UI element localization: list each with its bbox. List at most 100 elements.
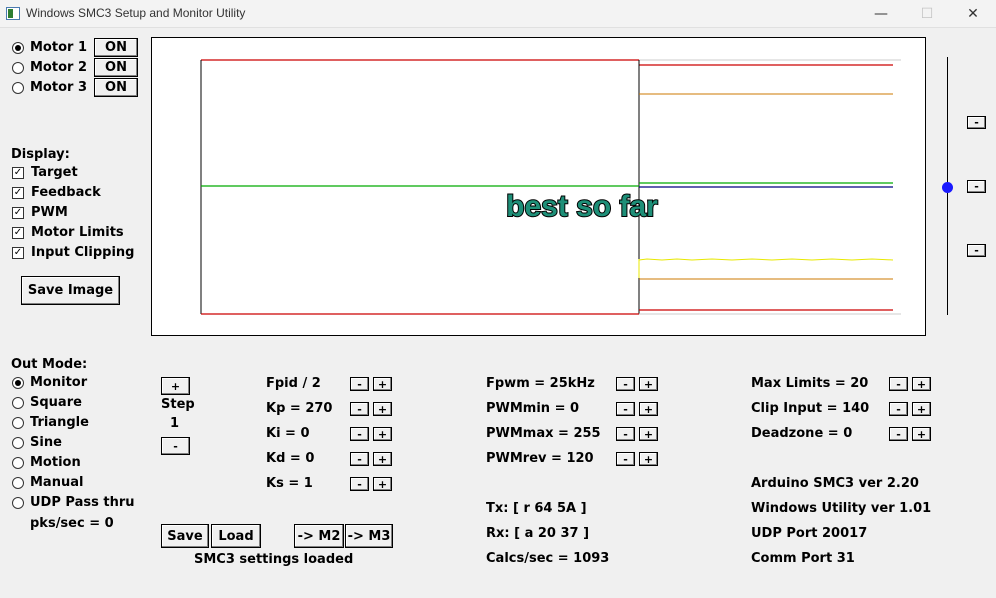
kp-minus-button[interactable]: -: [350, 402, 369, 416]
motor-limits-label: Motor Limits: [31, 225, 124, 240]
pwm-checkbox[interactable]: ✓: [12, 207, 24, 219]
step-plus-button[interactable]: +: [161, 377, 190, 395]
pwmmax-plus-button[interactable]: +: [639, 427, 658, 441]
utility-version: Windows Utility ver 1.01: [751, 501, 932, 516]
minimize-button[interactable]: —: [858, 0, 904, 28]
motor-limits-checkbox[interactable]: ✓: [12, 227, 24, 239]
ks-label: Ks = 1: [266, 476, 313, 491]
slider-mid-button[interactable]: -: [967, 180, 986, 193]
fpwm-label: Fpwm = 25kHz: [486, 376, 595, 391]
clip-input-plus-button[interactable]: +: [912, 402, 931, 416]
fpid-plus-button[interactable]: +: [373, 377, 392, 391]
arduino-version: Arduino SMC3 ver 2.20: [751, 476, 919, 491]
triangle-radio[interactable]: [12, 417, 24, 429]
kp-label: Kp = 270: [266, 401, 333, 416]
slider-top-button[interactable]: -: [967, 116, 986, 129]
udp-pass-thru-label: UDP Pass thru: [30, 495, 135, 510]
monitor-radio[interactable]: [12, 377, 24, 389]
fpwm-plus-button[interactable]: +: [639, 377, 658, 391]
target-checkbox[interactable]: ✓: [12, 167, 24, 179]
clip-input-minus-button[interactable]: -: [889, 402, 908, 416]
triangle-label: Triangle: [30, 415, 89, 430]
rx-readout: Rx: [ a 20 37 ]: [486, 526, 590, 541]
step-minus-button[interactable]: -: [161, 437, 190, 455]
ki-plus-button[interactable]: +: [373, 427, 392, 441]
deadzone-minus-button[interactable]: -: [889, 427, 908, 441]
pwmrev-plus-button[interactable]: +: [639, 452, 658, 466]
pwmmax-label: PWMmax = 255: [486, 426, 601, 441]
plot-svg: best so far: [200, 59, 901, 315]
kd-minus-button[interactable]: -: [350, 452, 369, 466]
plot-area: best so far: [151, 37, 926, 336]
square-label: Square: [30, 395, 82, 410]
slider-thumb[interactable]: [942, 182, 953, 193]
fpid-minus-button[interactable]: -: [350, 377, 369, 391]
square-radio[interactable]: [12, 397, 24, 409]
slider-bottom-button[interactable]: -: [967, 244, 986, 257]
load-button[interactable]: Load: [211, 524, 261, 548]
pwmrev-minus-button[interactable]: -: [616, 452, 635, 466]
window-title: Windows SMC3 Setup and Monitor Utility: [26, 6, 246, 20]
copy-to-m3-button[interactable]: -> M3: [345, 524, 393, 548]
clip-input-label: Clip Input = 140: [751, 401, 870, 416]
input-clipping-checkbox[interactable]: ✓: [12, 247, 24, 259]
close-button[interactable]: ✕: [950, 0, 996, 28]
motor-3-label: Motor 3: [30, 80, 87, 95]
display-heading: Display:: [11, 147, 70, 162]
ki-label: Ki = 0: [266, 426, 310, 441]
pwm-label: PWM: [31, 205, 68, 220]
max-limits-plus-button[interactable]: +: [912, 377, 931, 391]
manual-label: Manual: [30, 475, 84, 490]
udp-pass-thru-radio[interactable]: [12, 497, 24, 509]
fpwm-minus-button[interactable]: -: [616, 377, 635, 391]
motion-radio[interactable]: [12, 457, 24, 469]
motor-2-radio[interactable]: [12, 62, 24, 74]
fpid-label: Fpid / 2: [266, 376, 321, 391]
step-value: 1: [170, 416, 180, 431]
motor-1-radio[interactable]: [12, 42, 24, 54]
motor-2-on-button[interactable]: ON: [94, 58, 138, 77]
sine-radio[interactable]: [12, 437, 24, 449]
step-label: Step: [161, 397, 195, 412]
pwmmin-plus-button[interactable]: +: [639, 402, 658, 416]
save-button[interactable]: Save: [161, 524, 209, 548]
manual-radio[interactable]: [12, 477, 24, 489]
ks-minus-button[interactable]: -: [350, 477, 369, 491]
sine-label: Sine: [30, 435, 62, 450]
feedback-label: Feedback: [31, 185, 101, 200]
target-label: Target: [31, 165, 78, 180]
motor-1-label: Motor 1: [30, 40, 87, 55]
pwmrev-label: PWMrev = 120: [486, 451, 594, 466]
motor-3-radio[interactable]: [12, 82, 24, 94]
deadzone-label: Deadzone = 0: [751, 426, 853, 441]
ki-minus-button[interactable]: -: [350, 427, 369, 441]
pks-sec-readout: pks/sec = 0: [30, 516, 114, 531]
pwmmin-minus-button[interactable]: -: [616, 402, 635, 416]
copy-to-m2-button[interactable]: -> M2: [294, 524, 344, 548]
ks-plus-button[interactable]: +: [373, 477, 392, 491]
kp-plus-button[interactable]: +: [373, 402, 392, 416]
save-image-button[interactable]: Save Image: [21, 276, 120, 305]
app-icon: [6, 7, 20, 20]
udp-port: UDP Port 20017: [751, 526, 868, 541]
kd-plus-button[interactable]: +: [373, 452, 392, 466]
maximize-button[interactable]: ☐: [904, 0, 950, 28]
max-limits-label: Max Limits = 20: [751, 376, 869, 391]
pwmmax-minus-button[interactable]: -: [616, 427, 635, 441]
title-bar: Windows SMC3 Setup and Monitor Utility —…: [0, 0, 996, 28]
overlay-text: best so far: [506, 190, 658, 223]
out-mode-heading: Out Mode:: [11, 357, 88, 372]
tx-readout: Tx: [ r 64 5A ]: [486, 501, 587, 516]
motor-3-on-button[interactable]: ON: [94, 78, 138, 97]
pwmmin-label: PWMmin = 0: [486, 401, 580, 416]
pwm-trace: [638, 258, 894, 261]
motor-1-on-button[interactable]: ON: [94, 38, 138, 57]
input-clipping-label: Input Clipping: [31, 245, 135, 260]
deadzone-plus-button[interactable]: +: [912, 427, 931, 441]
status-message: SMC3 settings loaded: [194, 552, 354, 567]
feedback-checkbox[interactable]: ✓: [12, 187, 24, 199]
calcs-readout: Calcs/sec = 1093: [486, 551, 610, 566]
max-limits-minus-button[interactable]: -: [889, 377, 908, 391]
comm-port: Comm Port 31: [751, 551, 855, 566]
motor-2-label: Motor 2: [30, 60, 87, 75]
